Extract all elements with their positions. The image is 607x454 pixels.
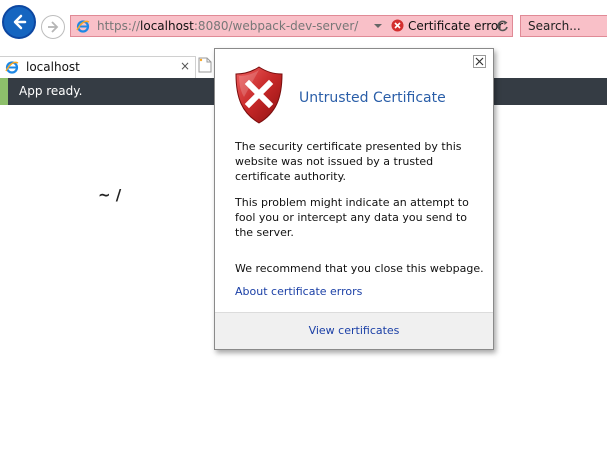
ie-logo-icon <box>5 61 19 74</box>
back-button[interactable] <box>2 5 36 39</box>
about-certificate-errors-link[interactable]: About certificate errors <box>235 285 362 298</box>
url-path: :8080/webpack-dev-server/ <box>193 19 359 33</box>
tab-localhost[interactable]: localhost × <box>0 56 196 78</box>
forward-arrow-icon <box>48 21 59 33</box>
navigation-toolbar: https://localhost:8080/webpack-dev-serve… <box>0 0 607 52</box>
tab-label: localhost <box>26 60 80 74</box>
shield-error-icon <box>235 66 283 124</box>
ie-logo-icon <box>76 20 90 33</box>
view-certificates-button[interactable]: View certificates <box>215 324 493 337</box>
popup-recommendation: We recommend that you close this webpage… <box>235 262 484 275</box>
popup-close-button[interactable] <box>473 55 486 68</box>
search-placeholder: Search... <box>528 19 581 33</box>
back-arrow-icon <box>13 14 27 30</box>
popup-paragraph-1: The security certificate presented by th… <box>235 140 462 183</box>
search-input[interactable]: Search... <box>520 15 607 37</box>
url-text[interactable]: https://localhost:8080/webpack-dev-serve… <box>97 19 358 33</box>
cert-error-button[interactable]: Certificate error <box>408 19 503 33</box>
url-scheme: https:// <box>97 19 141 33</box>
new-tab-icon[interactable] <box>198 57 212 73</box>
address-bar[interactable]: https://localhost:8080/webpack-dev-serve… <box>70 15 513 37</box>
popup-footer: View certificates <box>215 312 493 349</box>
certificate-popup: Untrusted Certificate The security certi… <box>214 48 494 350</box>
refresh-icon[interactable] <box>496 19 509 33</box>
close-icon <box>475 57 484 66</box>
popup-paragraph-2: This problem might indicate an attempt t… <box>235 196 469 239</box>
url-host: localhost <box>140 19 194 33</box>
cert-error-icon[interactable] <box>391 19 404 32</box>
popup-title: Untrusted Certificate <box>299 90 446 106</box>
status-accent <box>0 78 8 105</box>
forward-button[interactable] <box>41 15 65 39</box>
browser-window: https://localhost:8080/webpack-dev-serve… <box>0 0 607 454</box>
chevron-down-icon[interactable] <box>373 19 383 33</box>
page-heading: ~ / <box>98 186 122 204</box>
status-text: App ready. <box>19 84 83 98</box>
tab-close-button[interactable]: × <box>180 59 190 73</box>
